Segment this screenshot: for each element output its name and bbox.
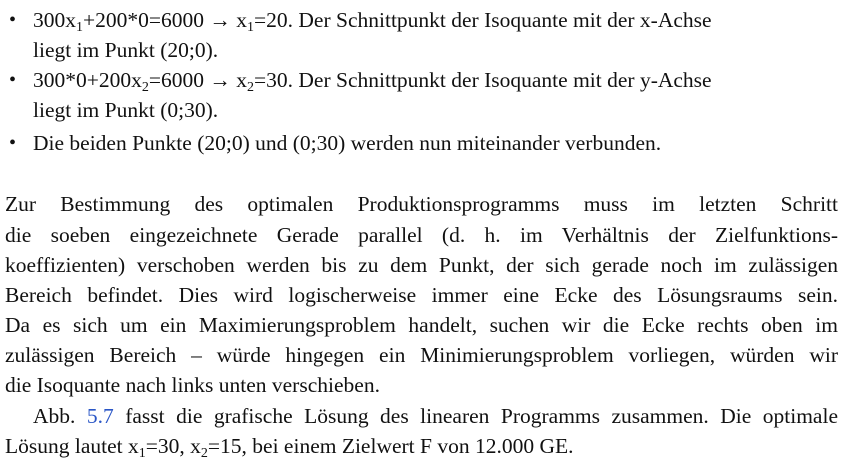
- bullet-marker: •: [9, 9, 17, 31]
- document-page: • 300x1+200*0=6000 → x1=20. Der Schnittp…: [0, 0, 844, 464]
- paragraph-1-last-line: die Isoquante nach links unten verschieb…: [5, 373, 380, 397]
- bullet-text: 300x1+200*0=6000 → x1=20. Der Schnittpun…: [33, 8, 712, 35]
- paragraph-2-line-2: Lösung lautet x1=30, x2=15, bei einem Zi…: [5, 434, 574, 461]
- paragraph-1-line: Da es sich um ein Maximierungsproblem ha…: [5, 313, 838, 337]
- paragraph-1-line: Bereich befindet. Dies wird logischerwei…: [5, 283, 838, 307]
- paragraph-2-line-1: Abb. 5.7 fasst die grafische Lösung des …: [33, 404, 838, 428]
- bullet-marker: •: [9, 132, 17, 154]
- bullet-text: Die beiden Punkte (20;0) und (0;30) werd…: [33, 131, 662, 155]
- paragraph-1-line: Zur Bestimmung des optimalen Produktions…: [5, 192, 838, 216]
- paragraph-1-line: koeffizienten) verschoben werden bis zu …: [5, 253, 838, 277]
- paragraph-1-line: die soeben eingezeichnete Gerade paralle…: [5, 223, 838, 247]
- paragraph-1-line: zulässigen Bereich – würde hingegen ein …: [5, 343, 838, 367]
- bullet-text: 300*0+200x2=6000 → x2=30. Der Schnittpun…: [33, 68, 712, 95]
- bullet-marker: •: [9, 69, 17, 91]
- figure-reference-link[interactable]: 5.7: [87, 404, 114, 428]
